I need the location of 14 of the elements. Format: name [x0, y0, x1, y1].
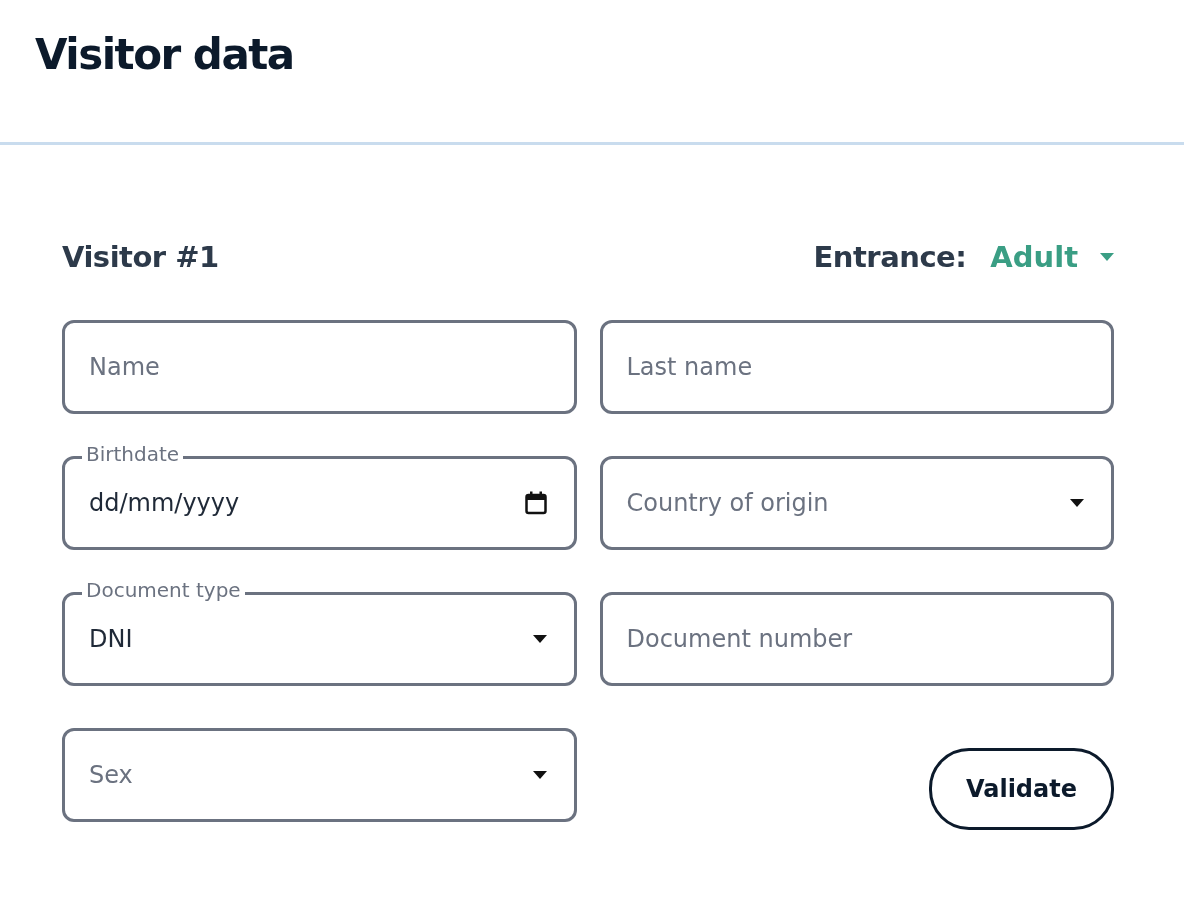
dropdown-field[interactable]: Sex	[62, 728, 577, 822]
text-field[interactable]: Document number	[599, 592, 1114, 686]
caret-icon	[1100, 253, 1114, 261]
caret-icon	[1070, 499, 1084, 507]
page-title: Visitor data	[35, 30, 294, 79]
dropdown-field[interactable]: Country of origin	[599, 456, 1114, 550]
caret-icon	[532, 771, 547, 779]
entrance-label: Entrance:	[813, 240, 967, 274]
validate-button[interactable]: Validate	[928, 748, 1114, 830]
calendar-icon	[524, 491, 547, 515]
visitor-title: Visitor #1	[62, 240, 219, 274]
text-field[interactable]: Name	[62, 320, 577, 414]
caret-icon	[532, 635, 547, 643]
text-field[interactable]: Last name	[599, 320, 1114, 414]
